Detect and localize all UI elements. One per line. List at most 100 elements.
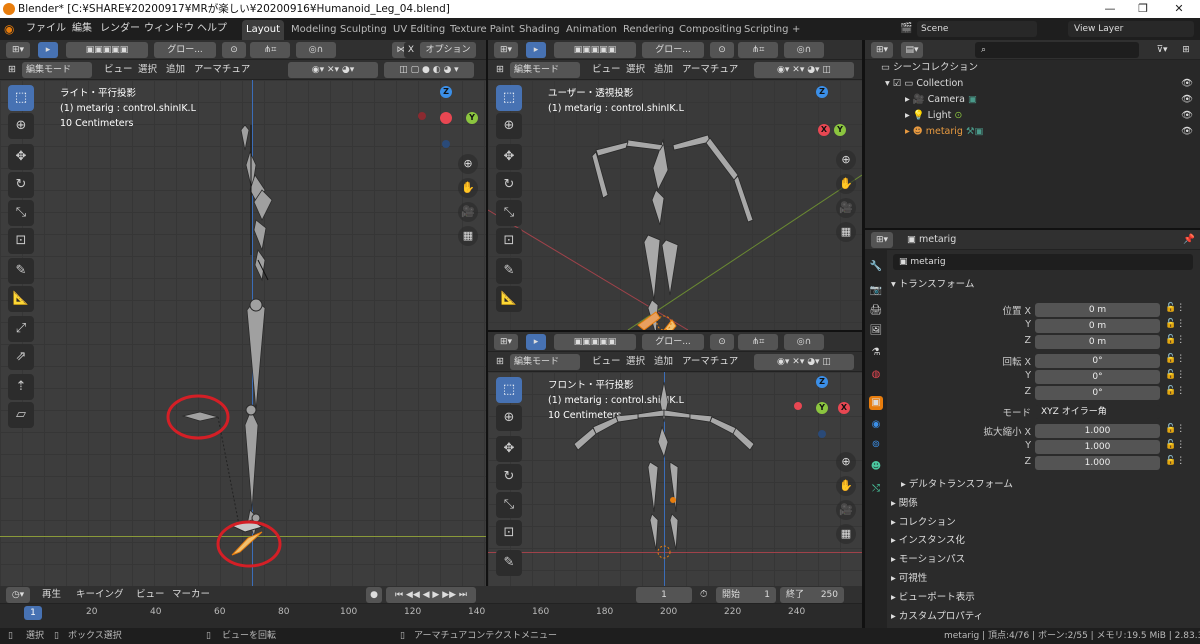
scene-tab-icon[interactable]: ⚗ <box>869 346 883 360</box>
viewport-display-panel[interactable]: ▸ ビューポート表示 <box>891 589 1200 607</box>
rotation-mode-dropdown[interactable]: XYZ オイラー角 <box>1035 405 1160 419</box>
current-frame-indicator[interactable]: 1 <box>24 606 42 620</box>
armature-perspective-view[interactable] <box>488 80 862 330</box>
menu-help[interactable]: ヘルプ <box>197 18 227 40</box>
camera-view-icon[interactable]: 🎥 <box>836 198 856 218</box>
tab-animation[interactable]: Animation <box>562 20 621 40</box>
menu-view[interactable]: ビュー <box>592 352 621 372</box>
scale-tool[interactable]: ⤡ <box>496 200 522 226</box>
pivot-icon[interactable]: ⊙ <box>710 334 734 350</box>
transform-tool[interactable]: ⊡ <box>496 520 522 546</box>
menu-view[interactable]: ビュー <box>136 586 165 604</box>
select-tool-icon[interactable]: ▸ <box>38 42 58 58</box>
gizmo-y[interactable]: Y <box>834 124 846 136</box>
shading-buttons[interactable]: ◫ ▢ ● ◐ ◕ ▾ <box>384 62 474 78</box>
menu-render[interactable]: レンダー <box>100 18 140 40</box>
overlay-buttons[interactable]: ◉▾ ✕▾ ◕▾ <box>288 62 378 78</box>
menu-select[interactable]: 選択 <box>626 352 645 372</box>
editor-type-icon[interactable]: ⊞▾ <box>494 334 518 350</box>
rotation-y-field[interactable]: 0° <box>1035 370 1160 384</box>
menu-add[interactable]: 追加 <box>166 60 185 80</box>
pan-icon[interactable]: ✋ <box>836 476 856 496</box>
constraint-tab-icon[interactable]: ⊚ <box>869 438 883 452</box>
menu-armature[interactable]: アーマチュア <box>682 60 738 80</box>
tab-rendering[interactable]: Rendering <box>619 20 678 40</box>
select-box-tool[interactable]: ⬚ <box>496 85 522 111</box>
visibility-panel[interactable]: ▸ 可視性 <box>891 570 1200 588</box>
move-tool[interactable]: ✥ <box>496 144 522 170</box>
output-tab-icon[interactable]: 🖨 <box>869 304 883 318</box>
clock-icon[interactable]: ⏱ <box>700 586 707 604</box>
orientation-dropdown[interactable]: グロー... <box>154 42 216 58</box>
editor-type-icon[interactable]: ⊞▾ <box>871 232 893 248</box>
zoom-icon[interactable]: ⊕ <box>836 150 856 170</box>
view-layer-tab-icon[interactable]: 🖼 <box>869 324 883 338</box>
tab-layout[interactable]: Layout <box>242 20 284 40</box>
tab-compositing[interactable]: Compositing <box>675 20 746 40</box>
overlay-buttons[interactable]: ◉▾ ✕▾ ◕▾ ◫ <box>754 354 854 370</box>
menu-window[interactable]: ウィンドウ <box>144 18 194 40</box>
transform-panel-header[interactable]: ▾ トランスフォーム <box>891 276 1200 294</box>
location-x-field[interactable]: 0 m <box>1035 303 1160 317</box>
viewport-bottom[interactable]: フロント・平行投影 (1) metarig : control.shinIK.L… <box>488 372 862 586</box>
search-icon[interactable]: ⌕ <box>975 42 1139 58</box>
armature-tab-icon[interactable]: ☻ <box>869 460 883 474</box>
transform-tool[interactable]: ⊡ <box>496 228 522 254</box>
gizmo-z[interactable]: Z <box>816 376 828 388</box>
lock-icon[interactable]: 🔓⋮ <box>1165 440 1185 450</box>
lock-icon[interactable]: 🔓⋮ <box>1165 303 1185 313</box>
filter-icon[interactable]: ⊽▾ <box>1151 42 1173 58</box>
tab-scripting[interactable]: Scripting <box>740 20 792 40</box>
close-button[interactable]: ✕ <box>1164 0 1194 18</box>
outliner-collection[interactable]: ▾ ☑ ▭ Collection <box>885 76 1200 92</box>
select-box-tool[interactable]: ⬚ <box>496 377 522 403</box>
ortho-toggle-icon[interactable]: ▦ <box>836 524 856 544</box>
cursor-tool[interactable]: ⊕ <box>496 405 522 431</box>
tab-texture-paint[interactable]: Texture Paint <box>446 20 519 40</box>
scene-icon[interactable]: 🎬 <box>900 18 912 40</box>
menu-view[interactable]: ビュー <box>104 60 133 80</box>
rotation-x-field[interactable]: 0° <box>1035 354 1160 368</box>
viewport-top[interactable]: ユーザー・透視投影 (1) metarig : control.shinIK.L <box>488 80 862 330</box>
delta-transform-subpanel[interactable]: ▸ デルタトランスフォーム <box>901 476 1200 494</box>
lock-icon[interactable]: 🔓⋮ <box>1165 386 1185 396</box>
editor-type-icon[interactable]: ⊞▾ <box>494 42 518 58</box>
lock-icon[interactable]: 🔓⋮ <box>1165 456 1185 466</box>
visibility-icon[interactable]: 👁 <box>1181 108 1195 124</box>
new-collection-icon[interactable]: ⊞ <box>1177 42 1195 58</box>
pin-icon[interactable]: 📌 <box>1183 230 1195 250</box>
pivot-icon[interactable]: ⊙ <box>222 42 246 58</box>
custom-properties-panel[interactable]: ▸ カスタムプロパティ <box>891 608 1200 626</box>
menu-marker[interactable]: マーカー <box>172 586 210 604</box>
menu-select[interactable]: 選択 <box>138 60 157 80</box>
lock-icon[interactable]: 🔓⋮ <box>1165 354 1185 364</box>
modifier-tab-icon[interactable]: ◉ <box>869 418 883 432</box>
visibility-icon[interactable]: 👁 <box>1181 124 1195 140</box>
gizmo-y[interactable]: Y <box>816 402 828 414</box>
outliner-light[interactable]: ▸ 💡 Light ⊙ <box>905 108 1200 124</box>
scale-y-field[interactable]: 1.000 <box>1035 440 1160 454</box>
proportional-icon[interactable]: ◎∩ <box>296 42 336 58</box>
editor-type-icon[interactable]: ⊞▾ <box>871 42 893 58</box>
mode-dropdown[interactable]: 編集モード <box>510 62 580 78</box>
lock-icon[interactable]: 🔓⋮ <box>1165 335 1185 345</box>
armature-front-view[interactable] <box>488 372 862 586</box>
outliner-camera[interactable]: ▸ 🎥 Camera ▣ <box>905 92 1200 108</box>
zoom-icon[interactable]: ⊕ <box>836 452 856 472</box>
select-tool-icon[interactable]: ▸ <box>526 42 546 58</box>
tab-sculpting[interactable]: Sculpting <box>336 20 391 40</box>
armature-side-view[interactable] <box>0 80 486 586</box>
gizmo-neg-z[interactable] <box>818 430 826 438</box>
ortho-toggle-icon[interactable]: ▦ <box>836 222 856 242</box>
menu-view[interactable]: ビュー <box>592 60 621 80</box>
menu-edit[interactable]: 編集 <box>72 18 92 40</box>
bone-tab-icon[interactable]: ⤭ <box>869 482 883 496</box>
tab-modeling[interactable]: Modeling <box>287 20 341 40</box>
menu-keying[interactable]: キーイング <box>76 586 124 604</box>
current-frame-field[interactable]: 1 <box>636 587 692 603</box>
display-mode-icon[interactable]: ▤▾ <box>901 42 923 58</box>
collections-panel[interactable]: ▸ コレクション <box>891 514 1200 532</box>
camera-view-icon[interactable]: 🎥 <box>836 500 856 520</box>
visibility-icon[interactable]: 👁 <box>1181 76 1195 92</box>
select-mode-buttons[interactable]: ▣▣▣▣▣ <box>554 334 636 350</box>
